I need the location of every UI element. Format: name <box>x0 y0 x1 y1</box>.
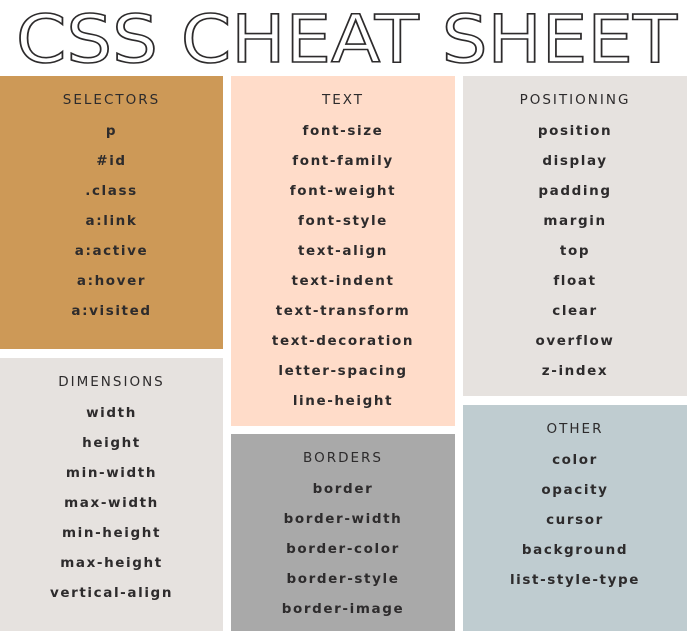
section-borders: BORDERS border border-width border-color bo… <box>231 434 455 631</box>
property-item: min-height <box>61 525 162 541</box>
section-other: OTHER color opacity cursor background list-s… <box>463 405 687 631</box>
property-item: top <box>559 243 591 259</box>
section-heading: SELECTORS <box>62 92 161 108</box>
property-item: color <box>552 452 598 468</box>
property-item: font-weight <box>289 183 397 199</box>
property-item: a:hover <box>76 273 147 289</box>
page-title-text: CSS CHEAT SHEET <box>16 1 678 76</box>
property-item: background <box>521 542 629 558</box>
property-item: height <box>82 435 141 451</box>
property-item: cursor <box>546 512 604 528</box>
section-heading: POSITIONING <box>519 92 631 108</box>
property-item: text-align <box>297 243 388 259</box>
property-item: z-index <box>541 363 609 379</box>
property-item: width <box>86 405 137 421</box>
property-item: vertical-align <box>49 585 174 601</box>
property-item: .class <box>85 183 138 199</box>
property-item: font-family <box>292 153 394 169</box>
property-item: overflow <box>535 333 615 349</box>
section-list: font-size font-family font-weight font-styl… <box>231 116 455 416</box>
property-item: border-style <box>286 571 400 587</box>
property-item: display <box>542 153 608 169</box>
property-item: margin <box>543 213 607 229</box>
property-item: max-height <box>60 555 163 571</box>
property-item: text-indent <box>291 273 395 289</box>
property-item: clear <box>552 303 598 319</box>
property-item: #id <box>96 153 127 169</box>
property-item: line-height <box>292 393 394 409</box>
property-item: font-style <box>298 213 388 229</box>
property-item: font-size <box>302 123 384 139</box>
section-dimensions: DIMENSIONS width height min-width max-width… <box>0 358 223 631</box>
property-item: text-transform <box>275 303 411 319</box>
property-item: a:link <box>85 213 138 229</box>
section-heading: BORDERS <box>303 450 383 466</box>
property-item: float <box>553 273 597 289</box>
section-list: position display padding margin top float clea… <box>463 116 687 386</box>
section-list: border border-width border-color border-sty… <box>231 474 455 624</box>
section-list: width height min-width max-width min-height m… <box>0 398 223 608</box>
property-item: max-width <box>64 495 159 511</box>
section-list: p #id .class a:link a:active a:hover a:visited <box>0 116 223 326</box>
property-item: border-width <box>283 511 403 527</box>
section-heading: OTHER <box>546 421 604 437</box>
property-item: opacity <box>541 482 609 498</box>
property-item: p <box>105 123 118 139</box>
property-item: border <box>312 481 374 497</box>
property-item: border-image <box>281 601 405 617</box>
property-item: letter-spacing <box>278 363 408 379</box>
property-item: a:active <box>74 243 149 259</box>
section-heading: DIMENSIONS <box>58 374 165 390</box>
page-title-graphic: CSS CHEAT SHEET <box>15 0 678 76</box>
property-item: text-decoration <box>271 333 415 349</box>
property-item: a:visited <box>71 303 152 319</box>
page-title: CSS CHEAT SHEET <box>0 0 687 76</box>
property-item: min-width <box>65 465 158 481</box>
section-selectors: SELECTORS p #id .class a:link a:active a:hove… <box>0 76 223 349</box>
property-item: border-color <box>286 541 400 557</box>
property-item: padding <box>538 183 612 199</box>
section-positioning: POSITIONING position display padding margin… <box>463 76 687 396</box>
section-text: TEXT font-size font-family font-weight font… <box>231 76 455 426</box>
property-item: list-style-type <box>509 572 641 588</box>
section-heading: TEXT <box>321 92 365 108</box>
section-list: color opacity cursor background list-style-t… <box>463 445 687 595</box>
property-item: position <box>537 123 613 139</box>
